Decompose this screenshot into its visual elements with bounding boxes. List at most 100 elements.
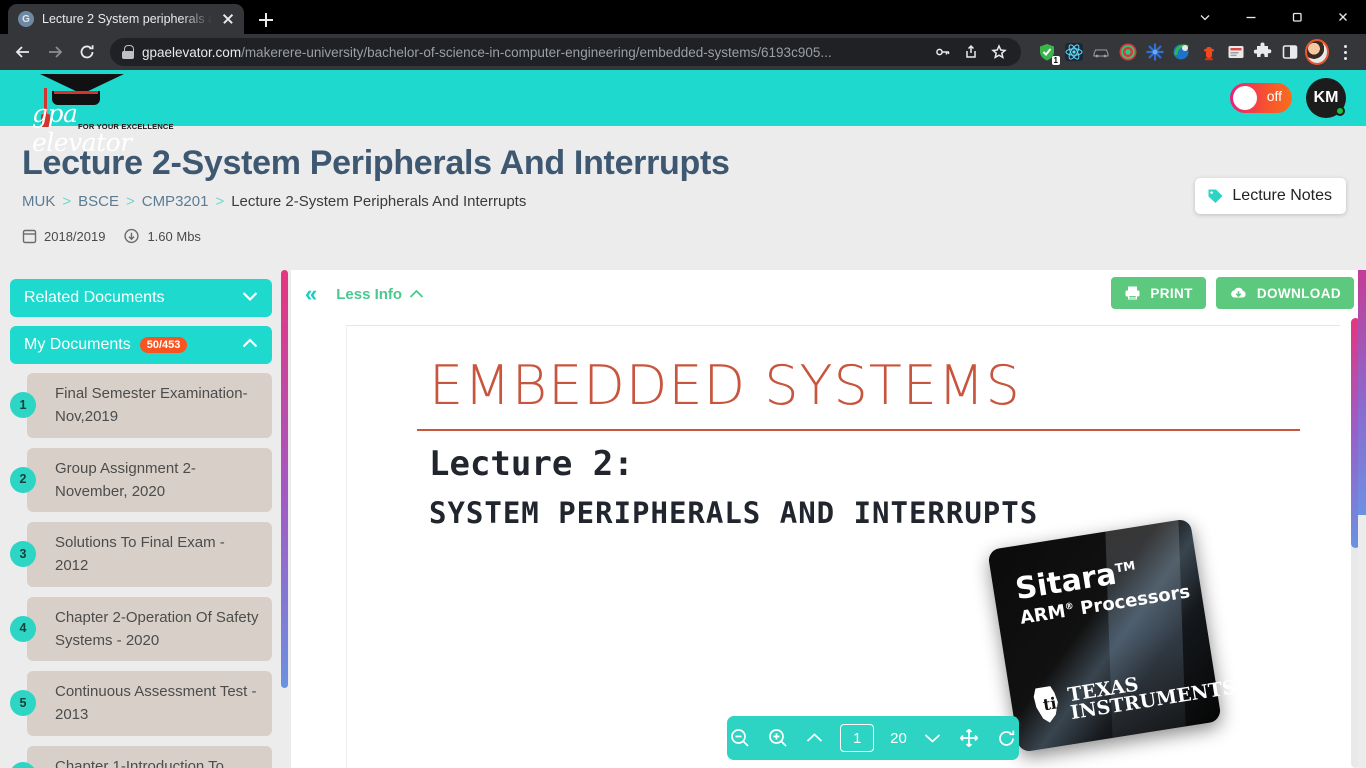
pdf-controls: 1 20 [727,716,1019,760]
my-documents-count: 50/453 [139,337,188,353]
toggle-label: off [1266,88,1282,104]
back-icon[interactable] [8,37,38,67]
slide-line-2: SYSTEM PERIPHERALS AND INTERRUPTS [429,496,1039,530]
status-badge[interactable]: Lecture Notes [1195,178,1346,214]
sidebar-item-related-documents[interactable]: Related Documents [10,279,272,317]
avatar[interactable] [1305,39,1329,65]
maximize-icon[interactable] [1274,0,1320,34]
sidebar-item-my-documents[interactable]: My Documents 50/453 [10,326,272,364]
notes-card-icon[interactable] [1224,40,1248,64]
bookmark-star-icon[interactable] [987,40,1011,64]
slide-heading: EMBEDDED SYSTEMS [429,354,1021,417]
download-cloud-icon [124,228,140,244]
page-content: gpa elevator FOR YOUR EXCELLENCE off KM … [0,70,1366,768]
browser-window: G Lecture 2 System peripherals and gpael… [0,0,1366,768]
list-item[interactable]: 5 Continuous Assessment Test - 2013 [10,671,272,736]
list-item-number: 5 [10,690,36,717]
react-devtools-icon[interactable] [1062,40,1086,64]
breadcrumb-separator: > [215,193,225,210]
asterisk-burst-icon[interactable] [1143,40,1167,64]
adblock-shield-icon[interactable]: 1 [1035,40,1060,65]
avatar-initials: KM [1313,89,1339,106]
breadcrumb-separator: > [125,193,135,210]
status-badge-label: Lecture Notes [1232,187,1332,204]
less-info-toggle[interactable]: Less Info [336,286,424,303]
reload-icon[interactable] [72,37,102,67]
file-size: 1.60 Mbs [123,228,201,244]
list-item-number: 3 [10,541,36,568]
address-bar[interactable]: gpaelevator.com/makerere-university/bach… [110,38,1021,66]
print-button[interactable]: PRINT [1111,277,1206,309]
svg-text:ti: ti [1042,693,1058,714]
password-key-icon[interactable] [931,40,955,64]
omnibox-actions [931,40,1011,64]
content-row: Related Documents My Documents 50/453 1 … [0,270,1366,768]
lock-icon [122,45,134,59]
rotate-icon[interactable] [996,728,1017,749]
sidepanel-icon[interactable] [1278,40,1302,64]
list-item[interactable]: 2 Group Assignment 2-November, 2020 [10,447,272,512]
close-tab-icon[interactable] [220,11,236,27]
breadcrumb-separator: > [62,193,72,210]
pan-move-icon[interactable] [958,727,980,749]
download-label: DOWNLOAD [1256,285,1341,301]
calendar-icon [22,229,37,244]
new-tab-icon[interactable] [252,6,280,34]
chevron-up-icon [242,338,258,348]
list-item-label: Chapter 2-Operation Of Safety Systems - … [55,608,259,649]
collapse-sidebar-icon[interactable]: « [305,281,317,307]
breadcrumb: MUK > BSCE > CMP3201 > Lecture 2-System … [22,193,1366,210]
printer-icon [1125,286,1140,300]
browser-tab[interactable]: G Lecture 2 System peripherals and [8,4,244,34]
list-item[interactable]: 4 Chapter 2-Operation Of Safety Systems … [10,596,272,661]
tab-strip: G Lecture 2 System peripherals and [0,0,1366,34]
close-window-icon[interactable] [1320,0,1366,34]
breadcrumb-item-cmp3201[interactable]: CMP3201 [142,193,209,210]
less-info-label: Less Info [336,285,403,303]
panel-divider-scrollbar[interactable] [281,270,288,768]
site-header: gpa elevator FOR YOUR EXCELLENCE off KM [0,70,1366,157]
list-item-label: Group Assignment 2-November, 2020 [55,459,196,500]
target-circle-icon[interactable] [1116,40,1140,64]
panel-divider-thumb[interactable] [281,270,288,688]
share-icon[interactable] [959,40,983,64]
puzzle-extensions-icon[interactable] [1251,40,1275,64]
page-number-input[interactable]: 1 [840,724,875,752]
page-scrollbar-thumb[interactable] [1358,270,1366,515]
download-manager-icon[interactable] [1170,40,1194,64]
car-icon[interactable] [1089,40,1113,64]
header-right: off KM [1230,70,1346,126]
document-list[interactable]: 1 Final Semester Examination-Nov,2019 2 … [10,373,272,768]
list-item[interactable]: 1 Final Semester Examination-Nov,2019 [10,373,272,438]
forward-icon[interactable] [40,37,70,67]
texas-instruments-mark-icon: ti [1029,682,1065,728]
minimize-icon[interactable] [1228,0,1274,34]
list-item-label: Solutions To Final Exam - 2012 [55,534,225,575]
pdf-page[interactable]: EMBEDDED SYSTEMS Lecture 2: SYSTEM PERIP… [346,325,1340,768]
previous-page-chevron-up-icon[interactable] [805,731,824,745]
browser-toolbar: gpaelevator.com/makerere-university/bach… [0,34,1366,70]
fire-hydrant-icon[interactable] [1197,40,1221,64]
document-meta: 2018/2019 1.60 Mbs [22,228,1366,244]
site-logo[interactable]: gpa elevator FOR YOUR EXCELLENCE [22,72,174,157]
next-page-chevron-down-icon[interactable] [923,731,942,745]
breadcrumb-item-muk[interactable]: MUK [22,193,55,210]
list-item-number: 1 [10,392,36,419]
breadcrumb-item-bsce[interactable]: BSCE [78,193,119,210]
viewer-toolbar: « Less Info PRINT DOWNLOAD [291,270,1366,318]
list-item[interactable]: 6 Chapter 1-Introduction To [10,745,272,768]
chrome-menu-icon[interactable] [1332,39,1358,65]
extension-badge-count: 1 [1051,56,1060,65]
url-domain: gpaelevator.com [142,44,242,60]
tab-search-chevron-down-icon[interactable] [1182,0,1228,34]
zoom-in-icon[interactable] [767,727,789,749]
cloud-download-icon [1230,287,1246,298]
user-avatar[interactable]: KM [1306,78,1346,118]
extensions-strip: 1 [1029,39,1358,65]
download-button[interactable]: DOWNLOAD [1215,277,1354,309]
mode-toggle[interactable]: off [1230,83,1292,113]
list-item[interactable]: 3 Solutions To Final Exam - 2012 [10,522,272,587]
online-status-dot [1335,106,1345,116]
zoom-out-icon[interactable] [729,727,751,749]
page-scrollbar[interactable] [1358,270,1366,768]
